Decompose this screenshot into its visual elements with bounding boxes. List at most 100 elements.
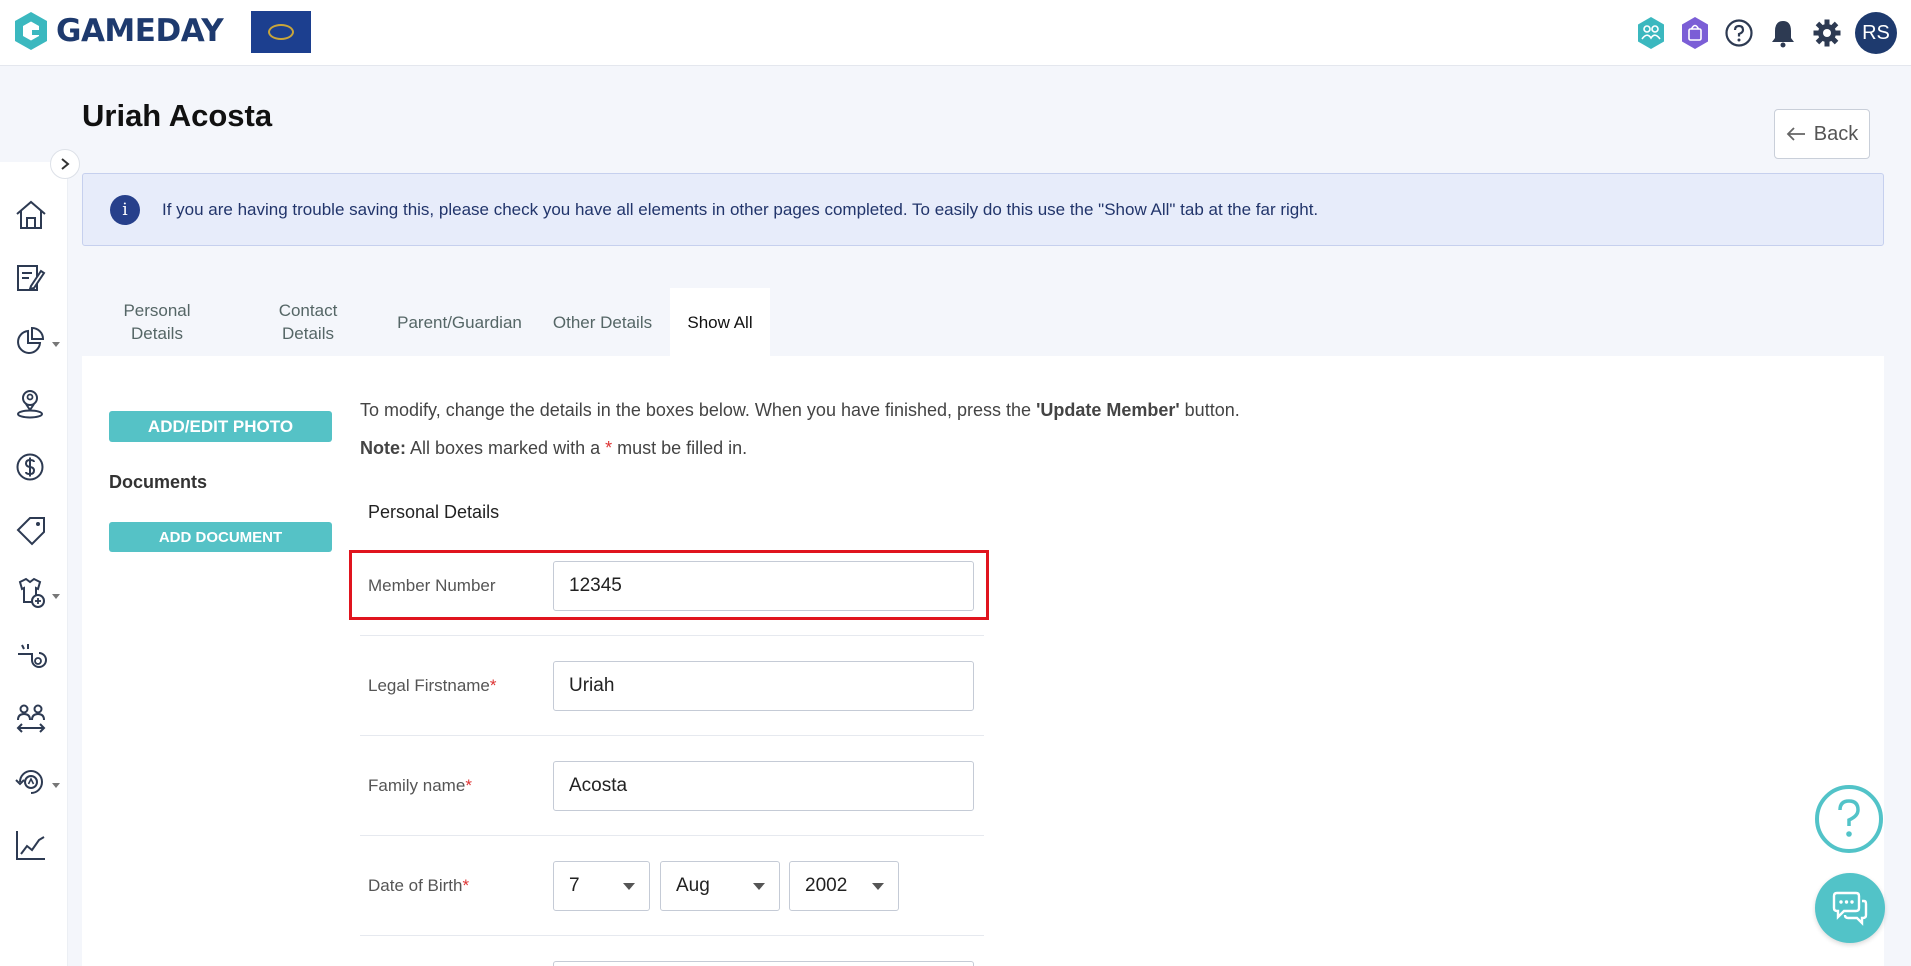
sidebar-expand-button[interactable] [50, 149, 80, 179]
home-icon [16, 200, 46, 229]
tab-label-line1: Contact [278, 301, 338, 320]
legal-firstname-label: Legal Firstname* [368, 676, 497, 696]
chevron-down-icon [753, 883, 765, 890]
edit-document-icon [17, 265, 46, 291]
sidebar [0, 66, 68, 966]
question-icon [1838, 799, 1860, 837]
back-button[interactable]: Back [1774, 109, 1870, 159]
sidebar-item-reports[interactable] [0, 316, 68, 366]
note-label: Note: [360, 438, 406, 458]
chat-button[interactable] [1815, 873, 1885, 943]
top-bar: GAMEDAY RS [0, 0, 1911, 66]
instructions-suffix: button. [1179, 400, 1240, 420]
dob-day-select[interactable]: 7 [553, 861, 650, 911]
teams-icon[interactable] [1629, 11, 1673, 55]
legal-firstname-input[interactable] [553, 661, 974, 711]
legal-firstname-label-text: Legal Firstname [368, 676, 490, 695]
next-field-row [360, 936, 984, 966]
gameday-logo[interactable]: GAMEDAY [12, 10, 224, 52]
arrow-left-icon [1786, 127, 1805, 141]
sidebar-competitions-caret[interactable] [52, 783, 60, 788]
required-star: * [489, 676, 497, 695]
chat-bubble-icon [1832, 891, 1868, 926]
sidebar-item-competitions[interactable] [0, 757, 68, 807]
sidebar-reports-caret[interactable] [52, 342, 60, 347]
back-button-label: Back [1813, 122, 1859, 145]
line-chart-icon [16, 831, 45, 860]
tab-parent-guardian[interactable]: Parent/Guardian [384, 288, 535, 356]
help-circle-icon[interactable] [1717, 11, 1761, 55]
documents-heading: Documents [109, 472, 208, 492]
info-banner-text: If you are having trouble saving this, p… [162, 199, 1319, 219]
dob-month-value: Aug [676, 875, 710, 896]
dollar-icon [16, 453, 44, 481]
chevron-down-icon [623, 883, 635, 890]
date-of-birth-label: Date of Birth* [368, 876, 469, 896]
sidebar-registrations-caret[interactable] [52, 594, 60, 599]
sidebar-item-finance[interactable] [0, 442, 68, 492]
required-star: * [465, 776, 472, 795]
sidebar-item-products[interactable] [0, 505, 68, 555]
family-name-label: Family name* [368, 776, 472, 796]
gear-icon[interactable] [1805, 11, 1849, 55]
info-icon: i [110, 194, 140, 225]
dob-year-value: 2002 [805, 875, 848, 896]
sidebar-item-forms[interactable] [0, 253, 68, 303]
add-edit-photo-button[interactable]: ADD/EDIT PHOTO [109, 411, 332, 442]
tab-label: Show All [687, 312, 753, 332]
note-text: must be filled in. [612, 438, 748, 458]
brand-name: GAMEDAY [56, 13, 224, 49]
dob-day-value: 7 [569, 875, 580, 896]
tab-label-line2: Details [131, 324, 183, 343]
legal-firstname-row: Legal Firstname* [360, 636, 984, 736]
tab-label: Other Details [552, 312, 653, 332]
tab-label-line2: Details [282, 324, 334, 343]
member-tabs: Personal Details Contact Details Parent/Gu… [82, 288, 770, 356]
dob-month-select[interactable]: Aug [660, 861, 780, 911]
sidebar-item-officials[interactable] [0, 631, 68, 681]
tab-label-line1: Personal [123, 301, 191, 320]
sidebar-item-registrations[interactable] [0, 568, 68, 618]
family-name-label-text: Family name [368, 776, 466, 795]
transfer-people-icon [16, 704, 46, 733]
date-of-birth-label-text: Date of Birth [368, 876, 463, 895]
jersey-add-icon [18, 577, 45, 608]
competition-icon [15, 770, 43, 794]
top-icon-bar: RS [1629, 0, 1911, 66]
pie-chart-icon [17, 326, 45, 354]
dob-year-select[interactable]: 2002 [789, 861, 899, 911]
sidebar-item-members[interactable] [0, 379, 68, 429]
sidebar-header-gap [0, 66, 68, 162]
tab-contact-details[interactable]: Contact Details [232, 288, 384, 356]
family-name-input[interactable] [553, 761, 974, 811]
update-member-reference: 'Update Member' [1036, 400, 1180, 420]
required-note: Note: All boxes marked with a * must be … [360, 438, 747, 459]
sidebar-item-analytics[interactable] [0, 820, 68, 870]
info-banner: i If you are having trouble saving this,… [82, 173, 1884, 246]
date-of-birth-row: Date of Birth* 7 Aug 2002 [360, 836, 984, 936]
add-document-button[interactable]: ADD DOCUMENT [109, 522, 332, 552]
instructions-text: To modify, change the details in the box… [360, 400, 1240, 421]
instructions-prefix: To modify, change the details in the box… [360, 400, 1037, 420]
organisation-logo[interactable] [251, 11, 311, 53]
next-field-input[interactable] [553, 961, 974, 966]
chevron-right-icon [61, 158, 70, 170]
tab-personal-details[interactable]: Personal Details [82, 288, 232, 356]
bell-icon[interactable] [1761, 11, 1805, 55]
section-title-personal-details: Personal Details [368, 502, 500, 522]
user-avatar[interactable]: RS [1855, 12, 1897, 54]
tag-icon [16, 517, 45, 546]
tab-show-all[interactable]: Show All [670, 288, 770, 356]
family-name-row: Family name* [360, 736, 984, 836]
chevron-down-icon [872, 883, 884, 890]
required-star: * [462, 876, 470, 895]
whistle-icon [18, 644, 47, 668]
member-number-highlight [349, 550, 989, 620]
tab-other-details[interactable]: Other Details [535, 288, 670, 356]
shop-icon[interactable] [1673, 11, 1717, 55]
sidebar-item-home[interactable] [0, 190, 68, 240]
sidebar-item-transfers[interactable] [0, 694, 68, 744]
organisation-emblem [268, 24, 294, 40]
help-button[interactable] [1815, 785, 1883, 853]
member-location-icon [17, 390, 43, 419]
